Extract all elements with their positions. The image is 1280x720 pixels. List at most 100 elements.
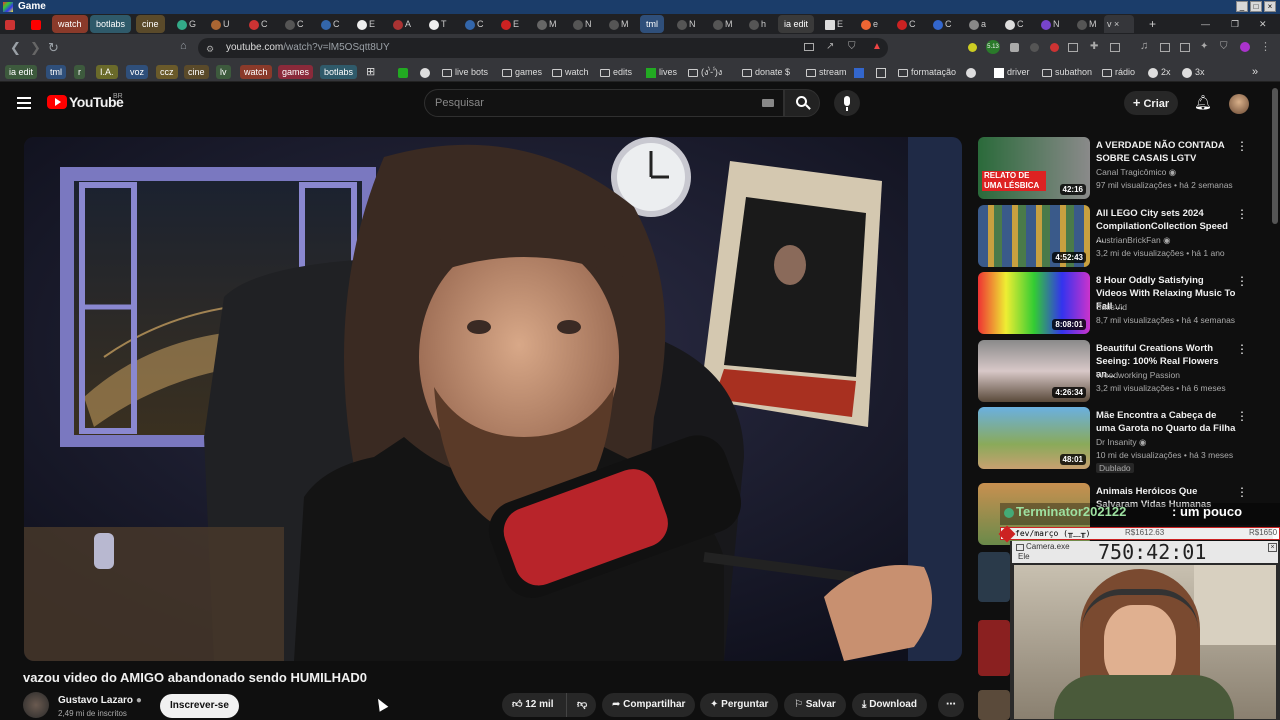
bookmark-app[interactable]: 3x (1182, 65, 1205, 79)
ai-icon[interactable]: ✦ (1200, 41, 1208, 52)
bookmark-app[interactable] (398, 65, 408, 79)
bookmark-folder[interactable]: games (502, 65, 542, 79)
site-info-icon[interactable]: ⚙ (206, 44, 214, 55)
bookmark-icon[interactable]: ⌂ (180, 40, 187, 52)
tab[interactable]: M (606, 15, 632, 33)
video-thumbnail[interactable]: RELATO DE UMA LÉSBICA 42:16 (978, 137, 1090, 199)
browser-close-button[interactable]: ✕ (1256, 15, 1270, 33)
tab-active[interactable]: v × (1104, 15, 1134, 33)
bookmark-folder[interactable]: driver (994, 65, 1030, 79)
bookmark-folder[interactable]: (ง'̀-'́)ง (688, 65, 722, 79)
bookmark-tag[interactable]: watch (240, 65, 272, 79)
tab-group-cine[interactable]: cine (136, 15, 165, 33)
tab[interactable]: A (390, 15, 414, 33)
tab[interactable]: C (246, 15, 271, 33)
tab-group-ia-edit[interactable]: ia edit (778, 15, 815, 33)
tab[interactable]: h (746, 15, 769, 33)
video-title[interactable]: Mãe Encontra a Cabeça de uma Garota no Q… (1096, 409, 1236, 435)
tab[interactable]: U (208, 15, 233, 33)
bookmark-app[interactable] (420, 65, 430, 79)
tab[interactable]: M (1074, 15, 1100, 33)
extension-icon[interactable] (1030, 43, 1039, 52)
tab[interactable]: a (966, 15, 989, 33)
close-button[interactable]: × (1264, 1, 1276, 12)
notifications-bell-icon[interactable]: 🔔︎ (1194, 94, 1212, 111)
cast-icon[interactable] (804, 43, 814, 51)
channel-name[interactable]: Dr Insanity ◉ (1096, 437, 1146, 448)
tab[interactable]: E (354, 15, 378, 33)
bookmark-tag[interactable]: botlabs (320, 65, 358, 79)
bookmark-folder[interactable]: lives (646, 65, 677, 79)
bookmark-tag[interactable]: cine (184, 65, 209, 79)
channel-name[interactable]: Woodworking Passion (1096, 370, 1180, 380)
tab[interactable]: T (426, 15, 450, 33)
bookmark-app[interactable]: 2x (1148, 65, 1171, 79)
bookmark-folder[interactable]: rádio (1102, 65, 1135, 79)
video-player[interactable] (24, 137, 962, 661)
search-input[interactable]: Pesquisar (424, 89, 784, 117)
tab[interactable]: M (710, 15, 736, 33)
tab-group-tml[interactable]: tml (640, 15, 664, 33)
bookmark-tag[interactable]: games (278, 65, 314, 79)
dislike-button[interactable]: 👎︎ (566, 693, 596, 717)
bookmark-tag[interactable]: tml (46, 65, 66, 79)
bookmark-app[interactable] (876, 65, 886, 79)
tab-app-icon[interactable] (2, 15, 20, 33)
more-options-icon[interactable]: ⋮ (1236, 485, 1248, 499)
bookmark-tag[interactable]: I.A. (96, 65, 118, 79)
scrollbar-thumb[interactable] (1272, 88, 1278, 224)
extension-counter-icon[interactable]: 5.13 (986, 40, 1000, 54)
tab[interactable]: C (930, 15, 955, 33)
tab[interactable]: M (534, 15, 560, 33)
recommendation-item[interactable]: 4:52:43 All LEGO City sets 2024 Compilat… (978, 205, 1268, 267)
tab[interactable]: C (282, 15, 307, 33)
screenshot-icon[interactable] (1110, 43, 1120, 52)
reading-list-icon[interactable] (1180, 43, 1190, 52)
tab[interactable]: C (462, 15, 487, 33)
channel-name[interactable]: Canal Tragicômico ◉ (1096, 167, 1176, 178)
channel-avatar[interactable] (23, 692, 49, 718)
more-options-icon[interactable]: ⋮ (1236, 139, 1248, 153)
more-bookmarks-icon[interactable]: » (1252, 65, 1258, 79)
extension-warning-icon[interactable]: ▲ (872, 41, 882, 52)
bookmark-folder[interactable]: live bots (442, 65, 488, 79)
video-thumbnail[interactable] (978, 620, 1010, 676)
browser-restore-button[interactable]: ❐ (1228, 15, 1242, 33)
tab[interactable]: C (1002, 15, 1027, 33)
bookmark-app[interactable] (854, 65, 864, 79)
tab[interactable]: E (498, 15, 522, 33)
tab[interactable]: C (894, 15, 919, 33)
search-button[interactable] (784, 89, 820, 117)
bookmark-folder[interactable]: subathon (1042, 65, 1092, 79)
tab-youtube[interactable] (28, 15, 46, 33)
bookmark-tag[interactable]: lv (216, 65, 231, 79)
reload-icon[interactable]: ↻ (48, 40, 59, 56)
hamburger-menu-icon[interactable] (17, 97, 31, 109)
create-button[interactable]: + Criar (1124, 91, 1178, 115)
subscribe-button[interactable]: Inscrever-se (160, 694, 239, 718)
tab[interactable]: E (822, 15, 846, 33)
voice-search-button[interactable] (834, 90, 860, 116)
bookmark-app[interactable] (966, 65, 976, 79)
extension-icon[interactable] (1068, 43, 1078, 52)
channel-name[interactable]: Gustavo Lazaro ● (58, 695, 142, 706)
maximize-button[interactable]: □ (1250, 1, 1262, 12)
close-icon[interactable]: × (1268, 543, 1277, 552)
new-tab-button[interactable]: + (1146, 15, 1159, 33)
channel-name[interactable]: SatisVid (1096, 302, 1127, 312)
recommendation-item[interactable]: 48:01 Mãe Encontra a Cabeça de uma Garot… (978, 407, 1268, 473)
video-title[interactable]: A VERDADE NÃO CONTADA SOBRE CASAIS LGTV (1096, 139, 1236, 165)
video-thumbnail[interactable] (978, 552, 1010, 602)
video-thumbnail[interactable]: 4:52:43 (978, 205, 1090, 267)
ask-button[interactable]: ✦ Perguntar (700, 693, 779, 717)
like-button[interactable]: 👍︎ 12 mil (502, 693, 566, 717)
more-options-icon[interactable]: ⋮ (1236, 207, 1248, 221)
bookmark-tag[interactable]: ia edit (5, 65, 38, 79)
puzzle-icon[interactable]: ✚ (1090, 41, 1098, 52)
save-button[interactable]: ⚐ Salvar (784, 693, 846, 717)
tab[interactable]: N (674, 15, 699, 33)
vpn-icon[interactable]: ⛉ (1220, 41, 1228, 52)
video-thumbnail[interactable]: 8:08:01 (978, 272, 1090, 334)
bookmark-folder[interactable]: formatação (898, 65, 956, 79)
more-options-icon[interactable]: ⋮ (1236, 409, 1248, 423)
